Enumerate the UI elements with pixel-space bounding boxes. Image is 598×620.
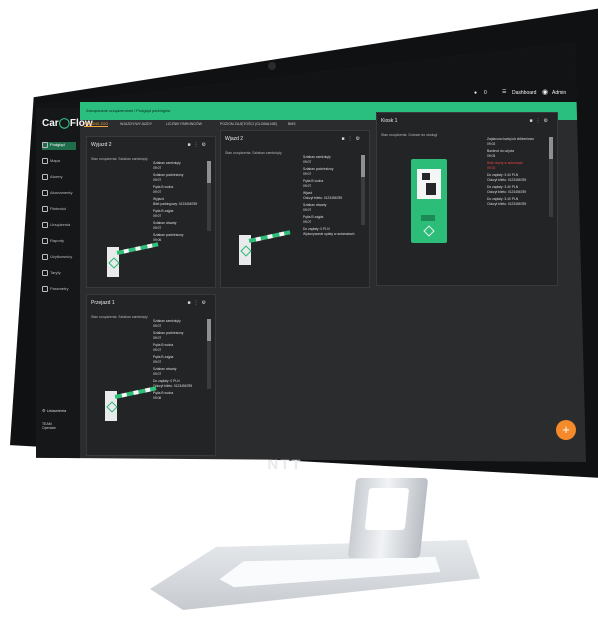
panel-controls[interactable]: ■⋮⚙ [529, 118, 551, 124]
event-item-alert: Brak reszty w automacie 09:03 [487, 161, 523, 170]
device-panel-wjazd-2: Wjazd 2 ■⋮⚙ Stan urządzenia: Szlaban zam… [220, 130, 370, 288]
device-panel-kiosk-1: Kiosk 1 ■⋮⚙ Stan urządzenia: Gotowe do o… [376, 112, 558, 286]
screen: ● 0 ☰ Dashboard ◉ Admin Zarządzanie urzą… [36, 42, 586, 462]
settings-link[interactable]: ⚙ Ustawienia [42, 408, 66, 413]
event-item: Szlaban zamknięty 09:07 [153, 161, 181, 170]
dashboard-link[interactable]: Dashboard [512, 90, 536, 96]
tariff-icon [42, 270, 48, 276]
user-avatar-icon[interactable]: ◉ [542, 88, 548, 96]
sidebar-item-alarmy[interactable]: Alarmy [42, 174, 76, 182]
payment-icon [42, 206, 48, 212]
event-item: Pętla B wolna 09:07 [153, 343, 174, 352]
kiosk-illustration [411, 159, 447, 243]
panel-title: Wyjazd 2 [91, 142, 112, 148]
sidebar-item-urzadzenia[interactable]: Urządzenia [42, 222, 76, 230]
event-item: Szlaban podniesiony 09:07 [153, 173, 184, 182]
event-item: Pętla B zajęta 09:07 [303, 215, 324, 224]
panel-controls[interactable]: ■⋮⚙ [341, 136, 363, 142]
sidebar-item-taryfy[interactable]: Taryfy [42, 270, 76, 278]
event-item: Pętla B zajęta 09:07 [153, 355, 174, 364]
panel-scrollbar[interactable] [549, 137, 553, 217]
event-item: Do zapłaty: 0 PLN Odczyt biletu: 01234567… [153, 379, 193, 388]
device-panel-przejazd-1: Przejazd 1 ■⋮⚙ Stan urządzenia: Szlaban … [86, 294, 216, 456]
event-list: Szlaban zamknięty 09:07 Szlaban podniesio… [303, 155, 355, 239]
monitor-stand-base [150, 540, 480, 610]
panel-controls[interactable]: ■⋮⚙ [187, 142, 209, 148]
panel-status: Stan urządzenia: Szlaban zamknięty [225, 151, 282, 155]
panel-scrollbar[interactable] [361, 155, 365, 225]
sidebar-item-uzytkownicy[interactable]: Użytkownicy [42, 254, 76, 262]
panel-status: Stan urządzenia: Gotowe do obsługi [381, 133, 438, 137]
breadcrumb: Zarządzanie urządzeniami / Podgląd parki… [86, 108, 171, 113]
user-info: TEAM Operator [42, 422, 56, 430]
top-bar: ● 0 ☰ Dashboard ◉ Admin [36, 42, 586, 108]
monitor-stand-neck [347, 478, 429, 558]
card-icon [42, 190, 48, 196]
event-item: Do zapłaty: 3.40 PLN Odczyt biletu: 01234… [487, 185, 527, 194]
event-item: Zapłacono kartą lub zbliżeniowo 09:03 [487, 137, 534, 146]
panel-scrollbar[interactable] [207, 319, 211, 389]
tab-bms[interactable]: BMS [288, 122, 296, 126]
params-icon [42, 286, 48, 292]
webcam [268, 62, 276, 70]
event-item: Pętla B wolna 09:06 [153, 391, 174, 400]
event-item: Do zapłaty: 0 PLN Wykonywanie opłaty w au… [303, 227, 355, 236]
notification-count: 0 [484, 90, 487, 96]
sidebar-item-podglad[interactable]: Podgląd [42, 142, 76, 150]
panel-status: Stan urządzenia: Szlaban zamknięty [91, 315, 148, 319]
event-item: Szlaban otwarty 09:07 [153, 221, 177, 230]
event-list: Szlaban zamknięty 09:07 Szlaban podniesio… [153, 161, 201, 245]
event-item: Szlaban zamknięty 09:07 [303, 155, 331, 164]
device-panel-wyjazd-2: Wyjazd 2 ■⋮⚙ Stan urządzenia: Szlaban za… [86, 136, 216, 288]
panel-status: Stan urządzenia: Szlaban zamknięty [91, 157, 148, 161]
user-menu[interactable]: Admin [552, 90, 566, 96]
menu-icon[interactable]: ☰ [502, 89, 506, 95]
report-icon [42, 238, 48, 244]
event-item: Wjazd Odczyt biletu: 0123456789 [303, 191, 343, 200]
panel-scrollbar[interactable] [207, 161, 211, 231]
gear-icon: ⚙ [42, 408, 46, 413]
tab-parking-zoo[interactable]: PARKING ZOO [84, 122, 109, 127]
sidebar-item-abonamenty[interactable]: Abonamenty [42, 190, 76, 198]
sidebar-item-parametry[interactable]: Parametry [42, 286, 76, 294]
event-item: Szlaban otwarty 09:07 [153, 367, 177, 376]
eye-icon [42, 142, 48, 148]
map-icon [42, 158, 48, 164]
event-item: Do zapłaty: 3.40 PLN Odczyt biletu: 01234… [487, 173, 527, 182]
event-list: Zapłacono kartą lub zbliżeniowo 09:03 Ban… [487, 137, 543, 209]
event-item: Szlaban otwarty 09:07 [303, 203, 327, 212]
event-list: Szlaban zamknięty 09:07 Szlaban podniesio… [153, 319, 201, 403]
event-item: Pętla B wolna 09:07 [153, 185, 174, 194]
event-item: Szlaban zamknięty 09:07 [153, 319, 181, 328]
sidebar-item-mapa[interactable]: Mapa [42, 158, 76, 166]
tab-licznik[interactable]: LICZNIK PARKINGÓW [166, 122, 202, 126]
event-item: Pętla B wolna 09:07 [303, 179, 324, 188]
tab-wjazdy-wyjazdy[interactable]: WJAZDY/WYJAZDY [120, 122, 152, 126]
panel-title: Wjazd 2 [225, 136, 244, 142]
tab-zajetosc[interactable]: POZIOM ZAJĘTOŚCI (GLOBALNIE) [220, 122, 277, 126]
sidebar-item-raporty[interactable]: Raporty [42, 238, 76, 246]
event-item: Wyjazd Bilet parkingowy: 0123456789 [153, 197, 198, 206]
event-item: Do zapłaty: 3.40 PLN Odczyt biletu: 01234… [487, 197, 527, 206]
event-item: Szlaban podniesiony 09:06 [153, 233, 184, 242]
users-icon [42, 254, 48, 260]
panel-title: Przejazd 1 [91, 300, 115, 306]
event-item: Pętla B zajęta 09:07 [153, 209, 174, 218]
device-icon [42, 222, 48, 228]
notification-bell-icon[interactable]: ● [474, 90, 477, 96]
panel-title: Kiosk 1 [381, 118, 398, 124]
add-device-button[interactable]: + [556, 420, 576, 440]
bell-icon [42, 174, 48, 180]
event-item: Banknot do użycia 09:03 [487, 149, 514, 158]
event-item: Szlaban podniesiony 09:07 [303, 167, 334, 176]
sidebar-item-platnosci[interactable]: Płatności [42, 206, 76, 214]
panel-controls[interactable]: ■⋮⚙ [187, 300, 209, 306]
event-item: Szlaban podniesiony 09:07 [153, 331, 184, 340]
